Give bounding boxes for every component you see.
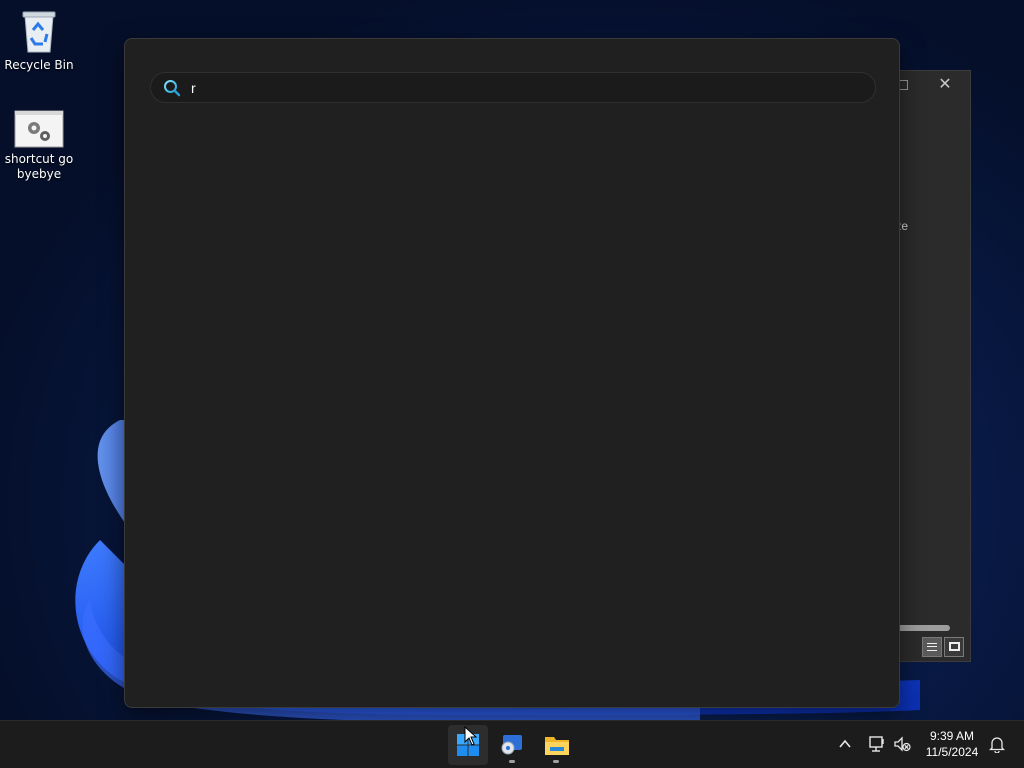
details-view-button[interactable]	[922, 637, 942, 657]
settings-shortcut-icon	[14, 110, 64, 148]
taskbar-media-app[interactable]	[492, 725, 532, 765]
network-button[interactable]	[866, 733, 888, 755]
show-hidden-icons-button[interactable]	[834, 733, 856, 755]
mouse-cursor-icon	[464, 726, 478, 746]
recycle-bin-icon	[22, 11, 56, 53]
clock-time: 9:39 AM	[929, 729, 975, 743]
desktop: Recycle Bin shortcut go byebye ✕ ze	[0, 0, 1024, 720]
desktop-icon-recycle-bin[interactable]: Recycle Bin	[3, 8, 75, 73]
media-player-icon	[501, 735, 522, 755]
clock[interactable]: 9:39 AM 11/5/2024	[916, 728, 988, 760]
volume-button[interactable]	[891, 733, 913, 755]
running-indicator	[509, 760, 515, 763]
desktop-icon-shortcut[interactable]: shortcut go byebye	[3, 110, 75, 182]
volume-muted-icon	[894, 736, 911, 752]
running-indicator	[553, 760, 559, 763]
search-input[interactable]	[191, 77, 861, 99]
clock-date: 11/5/2024	[925, 745, 979, 759]
tiles-view-icon	[949, 642, 960, 651]
search-box[interactable]	[150, 72, 876, 103]
desktop-icon-label: shortcut go byebye	[4, 152, 74, 181]
taskbar: 9:39 AM 11/5/2024	[0, 720, 1024, 768]
search-flyout	[124, 38, 900, 708]
tiles-view-button[interactable]	[944, 637, 964, 657]
notifications-button[interactable]	[986, 733, 1008, 755]
close-button[interactable]: ✕	[936, 75, 954, 93]
chevron-up-icon	[839, 739, 851, 748]
details-view-icon	[927, 643, 937, 651]
desktop-icon-label: Recycle Bin	[4, 58, 74, 72]
network-icon	[869, 736, 884, 752]
search-icon	[164, 80, 181, 97]
taskbar-file-explorer[interactable]	[536, 725, 576, 765]
folder-icon	[545, 737, 569, 755]
bell-icon	[988, 737, 1006, 754]
